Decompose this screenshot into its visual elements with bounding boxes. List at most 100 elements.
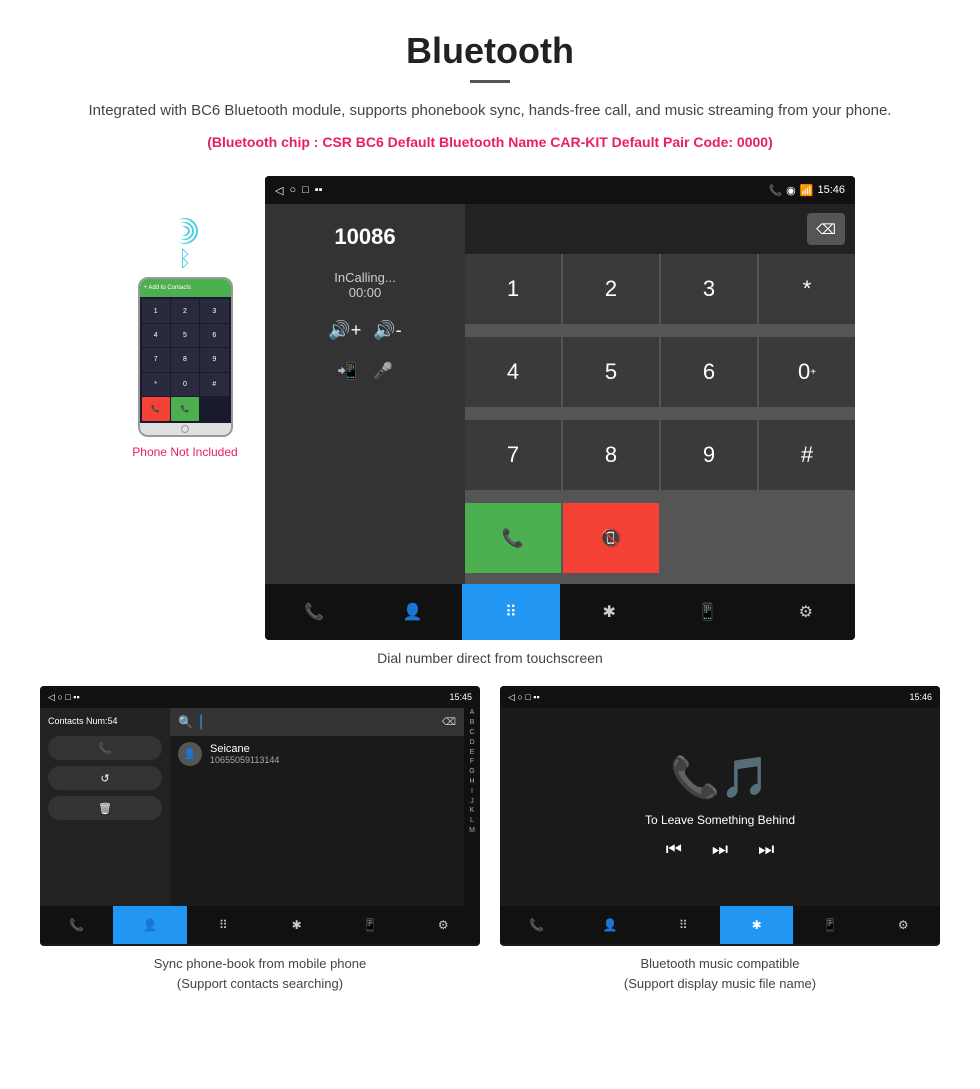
music-nav-keypad[interactable]: ⠿ <box>647 906 720 944</box>
music-nav-contacts[interactable]: 👤 <box>573 906 646 944</box>
key-star[interactable]: * <box>759 254 855 324</box>
music-nav-settings[interactable]: ⚙ <box>867 906 940 944</box>
end-call-button[interactable]: 📵 <box>563 503 659 573</box>
key-6[interactable]: 6 <box>661 337 757 407</box>
key-9[interactable]: 9 <box>661 420 757 490</box>
alpha-m[interactable]: M <box>464 826 480 836</box>
key-0plus[interactable]: 0+ <box>759 337 855 407</box>
music-nav-bluetooth[interactable]: ✱ <box>720 906 793 944</box>
phone-key-7: 7 <box>142 348 170 371</box>
alpha-b[interactable]: B <box>464 718 480 728</box>
prev-track-button[interactable]: ⏮ <box>666 839 682 860</box>
key-3[interactable]: 3 <box>661 254 757 324</box>
alpha-k[interactable]: K <box>464 806 480 816</box>
nav-contacts[interactable]: 👤 <box>363 584 461 640</box>
phone-aside: ᛒ + Add to Contacts 1 2 3 4 5 6 7 <box>125 176 245 459</box>
music-caption-line2: (Support display music file name) <box>624 976 816 991</box>
wifi-icon: 📶 <box>800 184 814 197</box>
key-8[interactable]: 8 <box>563 420 659 490</box>
alpha-c[interactable]: C <box>464 728 480 738</box>
alpha-d[interactable]: D <box>464 738 480 748</box>
alpha-i[interactable]: I <box>464 787 480 797</box>
large-screen-caption: Dial number direct from touchscreen <box>40 650 940 666</box>
music-content: 📞🎵 To Leave Something Behind ⏮ ⏭ ⏭ <box>500 708 940 906</box>
phone-key-1: 1 <box>142 299 170 322</box>
recent-icon: □ <box>302 184 309 196</box>
volume-up-icon[interactable]: 🔊+ <box>328 320 361 341</box>
phonebook-android-screen: ◁ ○ □ ▪▪ 15:45 Contacts Num:54 📞 ↺ 🗑 <box>40 686 480 946</box>
contact-number: 10655059113144 <box>210 755 279 765</box>
phone-key-hash: # <box>200 373 228 396</box>
refresh-button-pb[interactable]: ↺ <box>48 766 162 790</box>
alpha-h[interactable]: H <box>464 777 480 787</box>
nav-keypad[interactable]: ⠿ <box>462 584 560 640</box>
play-pause-button[interactable]: ⏭ <box>712 839 728 860</box>
pb-nav-settings[interactable]: ⚙ <box>407 906 480 944</box>
phone-keypad-grid: 1 2 3 4 5 6 7 8 9 * 0 # 📞 📞 <box>140 297 231 423</box>
nav-bluetooth[interactable]: ✱ <box>560 584 658 640</box>
transfer-icon[interactable]: 📲 <box>337 361 357 381</box>
nav-settings[interactable]: ⚙ <box>757 584 855 640</box>
phone-key-3: 3 <box>200 299 228 322</box>
phone-key-call: 📞 <box>171 397 199 421</box>
alpha-l[interactable]: L <box>464 816 480 826</box>
alpha-j[interactable]: J <box>464 797 480 807</box>
pb-status-time: 15:45 <box>449 692 472 702</box>
phonebook-screen-wrapper: ◁ ○ □ ▪▪ 15:45 Contacts Num:54 📞 ↺ 🗑 <box>40 686 480 993</box>
call-status-text: InCalling... <box>334 270 395 285</box>
pb-nav-call[interactable]: 📞 <box>40 906 113 944</box>
music-nav-call[interactable]: 📞 <box>500 906 573 944</box>
call-button[interactable]: 📞 <box>465 503 561 573</box>
title-divider <box>470 80 510 83</box>
bottom-screens: ◁ ○ □ ▪▪ 15:45 Contacts Num:54 📞 ↺ 🗑 <box>40 686 940 993</box>
contact-item[interactable]: 👤 Seicane 10655059113144 <box>170 736 464 772</box>
phone-add-contacts: + Add to Contacts <box>144 285 192 291</box>
key-7[interactable]: 7 <box>465 420 561 490</box>
music-android-screen: ◁ ○ □ ▪▪ 15:46 📞🎵 To Leave Something Beh… <box>500 686 940 946</box>
search-icon: 🔍 <box>178 715 193 729</box>
android-status-bar: ◁ ○ □ ▪▪ 📞 ◉ 📶 15:46 <box>265 176 855 204</box>
nav-call[interactable]: 📞 <box>265 584 363 640</box>
pb-nav-phone[interactable]: 📱 <box>333 906 406 944</box>
music-screen-wrapper: ◁ ○ □ ▪▪ 15:46 📞🎵 To Leave Something Beh… <box>500 686 940 993</box>
alpha-e[interactable]: E <box>464 748 480 758</box>
alpha-g[interactable]: G <box>464 767 480 777</box>
call-button-pb[interactable]: 📞 <box>48 736 162 760</box>
search-cursor: | <box>199 713 203 731</box>
pb-nav-bluetooth[interactable]: ✱ <box>260 906 333 944</box>
music-nav-phone[interactable]: 📱 <box>793 906 866 944</box>
music-controls: ⏮ ⏭ ⏭ <box>666 839 775 860</box>
contact-avatar: 👤 <box>178 742 202 766</box>
phonebook-status-bar: ◁ ○ □ ▪▪ 15:45 <box>40 686 480 708</box>
phonebook-caption-line2: (Support contacts searching) <box>177 976 343 991</box>
music-status-time: 15:46 <box>909 692 932 702</box>
phone-key-6: 6 <box>200 324 228 347</box>
delete-button-pb[interactable]: 🗑 <box>48 796 162 820</box>
phone-screen-top: + Add to Contacts <box>140 279 231 297</box>
pb-nav-keypad[interactable]: ⠿ <box>187 906 260 944</box>
contact-name: Seicane <box>210 743 279 755</box>
pb-nav-contacts[interactable]: 👤 <box>113 906 186 944</box>
key-1[interactable]: 1 <box>465 254 561 324</box>
key-hash[interactable]: # <box>759 420 855 490</box>
key-4[interactable]: 4 <box>465 337 561 407</box>
bluetooth-symbol-icon: ᛒ <box>178 246 191 272</box>
alpha-a[interactable]: A <box>464 708 480 718</box>
call-timer: 00:00 <box>334 285 395 300</box>
nav-phone[interactable]: 📱 <box>658 584 756 640</box>
alpha-f[interactable]: F <box>464 757 480 767</box>
key-2[interactable]: 2 <box>563 254 659 324</box>
contact-info: Seicane 10655059113144 <box>210 743 279 765</box>
volume-down-icon[interactable]: 🔊- <box>373 320 401 341</box>
keypad-grid: 1 2 3 * 4 5 6 0+ 7 8 9 # 📞 📵 <box>465 254 855 584</box>
backspace-button[interactable]: ⌫ <box>807 213 845 245</box>
phone-key-5: 5 <box>171 324 199 347</box>
contact-list: 🔍 | ⌫ 👤 Seicane 10655059113144 <box>170 708 464 906</box>
main-content: ᛒ + Add to Contacts 1 2 3 4 5 6 7 <box>0 176 980 993</box>
large-screen-section: ᛒ + Add to Contacts 1 2 3 4 5 6 7 <box>40 176 940 640</box>
microphone-icon[interactable]: 🎤 <box>373 361 393 381</box>
next-track-button[interactable]: ⏭ <box>758 839 774 860</box>
key-5[interactable]: 5 <box>563 337 659 407</box>
dialed-number: 10086 <box>334 224 395 250</box>
dial-right-panel: ⌫ 1 2 3 * 4 5 6 0+ 7 8 9 # <box>465 204 855 584</box>
